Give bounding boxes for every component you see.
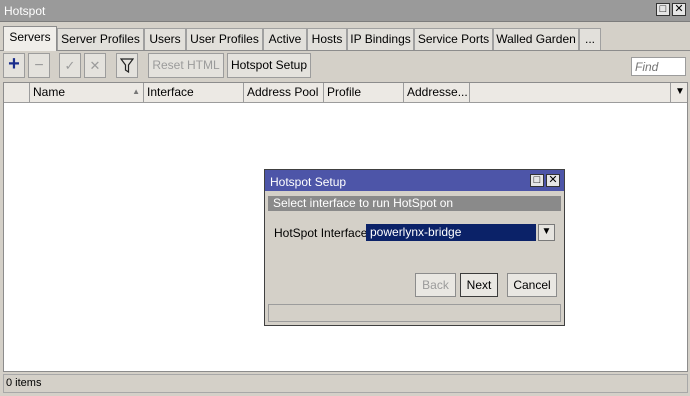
disable-icon[interactable]: ✕ (84, 53, 106, 78)
hotspot-setup-button[interactable]: Hotspot Setup (227, 53, 311, 78)
remove-icon[interactable]: − (28, 53, 50, 78)
enable-icon[interactable]: ✓ (59, 53, 81, 78)
sort-asc-icon: ▲ (132, 87, 140, 96)
tab-servers[interactable]: Servers (3, 26, 57, 51)
tab-hosts[interactable]: Hosts (307, 28, 347, 50)
tab-server-profiles[interactable]: Server Profiles (57, 28, 144, 50)
funnel-shape (119, 58, 135, 74)
column-header-index[interactable] (4, 83, 30, 102)
dialog-status-bar (268, 304, 561, 322)
find-input[interactable] (631, 57, 686, 76)
dialog-titlebar: Hotspot Setup □ ✕ (265, 170, 564, 191)
tab-bar: Servers Server Profiles Users User Profi… (3, 26, 687, 51)
column-header-address-pool[interactable]: Address Pool (244, 83, 324, 102)
dropdown-arrow-icon[interactable]: ▼ (538, 224, 555, 241)
columns-dropdown-icon[interactable]: ▼ (670, 83, 687, 102)
tab-users[interactable]: Users (144, 28, 186, 50)
cancel-button[interactable]: Cancel (507, 273, 557, 297)
dialog-maximize-icon[interactable]: □ (530, 174, 544, 187)
tab-ip-bindings[interactable]: IP Bindings (347, 28, 414, 50)
tab-active[interactable]: Active (263, 28, 307, 50)
column-header-name[interactable]: Name ▲ (30, 83, 144, 102)
close-icon[interactable]: ✕ (672, 3, 686, 16)
tab-walled-garden[interactable]: Walled Garden (493, 28, 579, 50)
table-header: Name ▲ Interface Address Pool Profile Ad… (4, 83, 687, 103)
back-button[interactable]: Back (415, 273, 456, 297)
tab-divider (0, 50, 690, 51)
tab-service-ports[interactable]: Service Ports (414, 28, 493, 50)
reset-html-button[interactable]: Reset HTML (148, 53, 224, 78)
tab-more[interactable]: ... (579, 28, 601, 50)
status-bar: 0 items (3, 374, 688, 393)
column-header-addresses[interactable]: Addresse... (404, 83, 470, 102)
maximize-icon[interactable]: □ (656, 3, 670, 16)
dialog-subtitle: Select interface to run HotSpot on (268, 196, 561, 211)
hotspot-interface-label: HotSpot Interface: (274, 226, 371, 240)
filter-icon[interactable] (116, 53, 138, 78)
window-title: Hotspot (4, 4, 46, 18)
column-header-profile[interactable]: Profile (324, 83, 404, 102)
dialog-close-icon[interactable]: ✕ (546, 174, 560, 187)
next-button[interactable]: Next (460, 273, 498, 297)
window-titlebar: Hotspot □ ✕ (0, 0, 690, 22)
add-icon[interactable]: + (3, 53, 25, 78)
column-header-interface[interactable]: Interface (144, 83, 244, 102)
toolbar: + − ✓ ✕ Reset HTML Hotspot Setup (0, 53, 690, 81)
dialog-title: Hotspot Setup (270, 175, 347, 189)
hotspot-setup-dialog: Hotspot Setup □ ✕ Select interface to ru… (264, 169, 565, 326)
column-label: Name (33, 85, 66, 99)
hotspot-interface-select[interactable]: powerlynx-bridge (366, 224, 536, 241)
tab-user-profiles[interactable]: User Profiles (186, 28, 263, 50)
